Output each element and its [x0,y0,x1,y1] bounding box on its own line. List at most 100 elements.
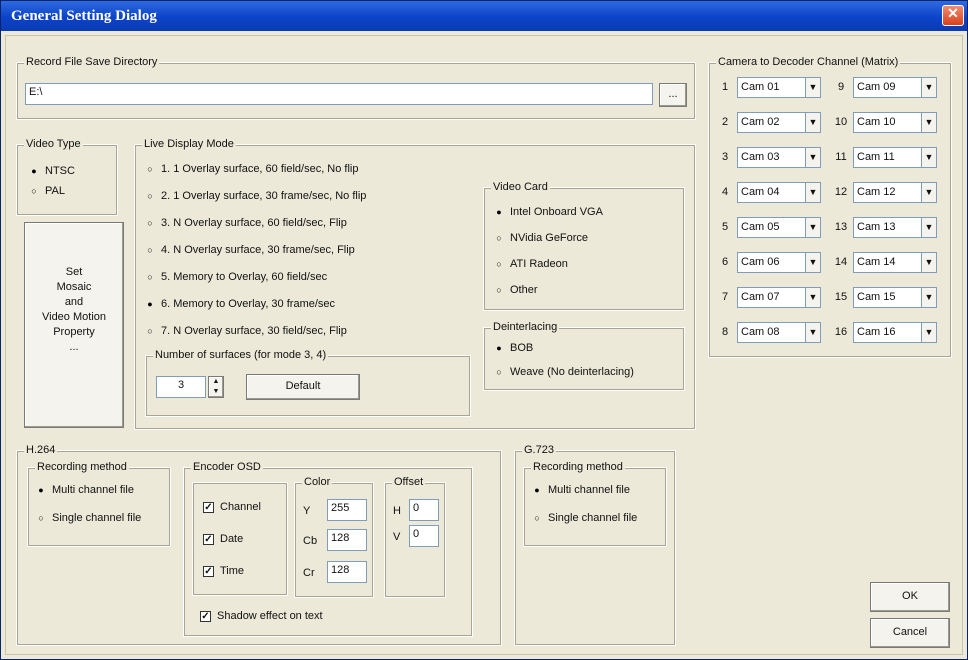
h264-group: H.264 Recording method ● Multi channel fi… [16,444,502,646]
surfaces-input[interactable]: 3 [156,376,206,398]
camera-select[interactable]: Cam 07 ▼ [737,287,821,308]
chevron-down-icon[interactable]: ▼ [921,78,936,97]
radio-label: 1. 1 Overlay surface, 60 field/sec, No f… [161,163,359,175]
mode-2-radio[interactable]: ○ 2. 1 Overlay surface, 30 frame/sec, No … [145,190,366,202]
cr-input[interactable]: 128 [327,561,367,583]
matrix-channel-number: 10 [834,116,848,128]
g723-label: G.723 [522,444,556,457]
matrix-channel-number: 9 [837,81,845,93]
radio-label: NTSC [45,165,75,177]
set-mosaic-button[interactable]: Set Mosaic and Video Motion Property ... [24,222,124,428]
camera-select[interactable]: Cam 15 ▼ [853,287,937,308]
chevron-down-icon[interactable]: ▼ [921,183,936,202]
mode-4-radio[interactable]: ○ 4. N Overlay surface, 30 frame/sec, Fli… [145,244,355,256]
camera-select[interactable]: Cam 04 ▼ [737,182,821,203]
matrix-channel-number: 3 [721,151,729,163]
ati-radio[interactable]: ○ ATI Radeon [494,258,568,270]
camera-select[interactable]: Cam 08 ▼ [737,322,821,343]
v-offset-input[interactable]: 0 [409,525,439,547]
channel-checkbox[interactable]: ✓ Channel [203,501,261,513]
title-bar[interactable]: General Setting Dialog ✕ [1,1,967,31]
radio-empty-icon: ○ [496,233,502,243]
mode-1-radio[interactable]: ○ 1. 1 Overlay surface, 60 field/sec, No … [145,163,358,175]
camera-select[interactable]: Cam 09 ▼ [853,77,937,98]
camera-select[interactable]: Cam 03 ▼ [737,147,821,168]
camera-select[interactable]: Cam 12 ▼ [853,182,937,203]
close-icon[interactable]: ✕ [942,5,964,26]
video-card-label: Video Card [491,181,550,194]
camera-select-value: Cam 01 [741,81,780,93]
y-input[interactable]: 255 [327,499,367,521]
spin-up-icon[interactable]: ▲ [209,377,223,387]
radio-empty-icon: ○ [496,285,502,295]
chevron-down-icon[interactable]: ▼ [921,323,936,342]
video-card-group: Video Card ● Intel Onboard VGA ○ NVidia Ge… [483,181,685,311]
cancel-button[interactable]: Cancel [870,618,950,648]
bob-radio[interactable]: ● BOB [494,342,533,354]
camera-select[interactable]: Cam 01 ▼ [737,77,821,98]
h264-multi-radio[interactable]: ● Multi channel file [36,484,134,496]
chevron-down-icon[interactable]: ▼ [805,253,820,272]
nvidia-radio[interactable]: ○ NVidia GeForce [494,232,588,244]
radio-empty-icon: ○ [496,259,502,269]
weave-radio[interactable]: ○ Weave (No deinterlacing) [494,366,634,378]
chevron-down-icon[interactable]: ▼ [921,113,936,132]
cr-label: Cr [303,567,315,579]
intel-vga-radio[interactable]: ● Intel Onboard VGA [494,206,603,218]
matrix-channel-number: 13 [834,221,848,233]
g723-multi-radio[interactable]: ● Multi channel file [532,484,630,496]
chevron-down-icon[interactable]: ▼ [921,218,936,237]
mosaic-line: Set [65,266,83,278]
record-path-input[interactable]: E:\ [25,83,653,105]
radio-label: 6. Memory to Overlay, 30 frame/sec [161,298,336,310]
mode-5-radio[interactable]: ○ 5. Memory to Overlay, 60 field/sec [145,271,327,283]
chevron-down-icon[interactable]: ▼ [921,288,936,307]
default-button[interactable]: Default [246,374,360,400]
mode-3-radio[interactable]: ○ 3. N Overlay surface, 60 field/sec, Fli… [145,217,347,229]
date-checkbox[interactable]: ✓ Date [203,533,243,545]
chevron-down-icon[interactable]: ▼ [921,253,936,272]
camera-select[interactable]: Cam 16 ▼ [853,322,937,343]
time-checkbox[interactable]: ✓ Time [203,565,244,577]
chevron-down-icon[interactable]: ▼ [805,148,820,167]
other-card-radio[interactable]: ○ Other [494,284,537,296]
encoder-osd-group: Encoder OSD ✓ Channel ✓ Date ✓ Time Color Y… [183,461,473,637]
pal-radio[interactable]: ○ PAL [29,185,65,197]
cb-input[interactable]: 128 [327,529,367,551]
chevron-down-icon[interactable]: ▼ [805,218,820,237]
shadow-checkbox[interactable]: ✓ Shadow effect on text [200,610,323,622]
h-offset-input[interactable]: 0 [409,499,439,521]
spin-down-icon[interactable]: ▼ [209,387,223,397]
camera-select[interactable]: Cam 05 ▼ [737,217,821,238]
mode-6-radio[interactable]: ● 6. Memory to Overlay, 30 frame/sec [145,298,335,310]
chevron-down-icon[interactable]: ▼ [805,113,820,132]
camera-select[interactable]: Cam 06 ▼ [737,252,821,273]
matrix-channel-number: 15 [834,291,848,303]
camera-select[interactable]: Cam 10 ▼ [853,112,937,133]
camera-select[interactable]: Cam 13 ▼ [853,217,937,238]
chevron-down-icon[interactable]: ▼ [805,183,820,202]
matrix-group: Camera to Decoder Channel (Matrix) 1 Cam … [708,56,952,358]
h264-single-radio[interactable]: ○ Single channel file [36,512,141,524]
camera-select[interactable]: Cam 11 ▼ [853,147,937,168]
chevron-down-icon[interactable]: ▼ [921,148,936,167]
radio-label: PAL [45,185,65,197]
camera-select[interactable]: Cam 14 ▼ [853,252,937,273]
ntsc-radio[interactable]: ● NTSC [29,165,75,177]
ok-button[interactable]: OK [870,582,950,612]
radio-label: Weave (No deinterlacing) [510,366,634,378]
y-label: Y [303,505,311,517]
matrix-channel-number: 16 [834,326,848,338]
browse-button[interactable]: ... [659,83,687,107]
chevron-down-icon[interactable]: ▼ [805,78,820,97]
chevron-down-icon[interactable]: ▼ [805,323,820,342]
radio-selected-icon: ● [496,207,502,217]
camera-select[interactable]: Cam 02 ▼ [737,112,821,133]
chevron-down-icon[interactable]: ▼ [805,288,820,307]
surfaces-group: Number of surfaces (for mode 3, 4) 3 ▲ ▼… [145,349,471,417]
offset-label: Offset [392,476,426,489]
g723-single-radio[interactable]: ○ Single channel file [532,512,637,524]
mosaic-line: Mosaic [56,281,92,293]
surfaces-spinner[interactable]: ▲ ▼ [208,376,224,398]
mode-7-radio[interactable]: ○ 7. N Overlay surface, 30 field/sec, Fli… [145,325,347,337]
